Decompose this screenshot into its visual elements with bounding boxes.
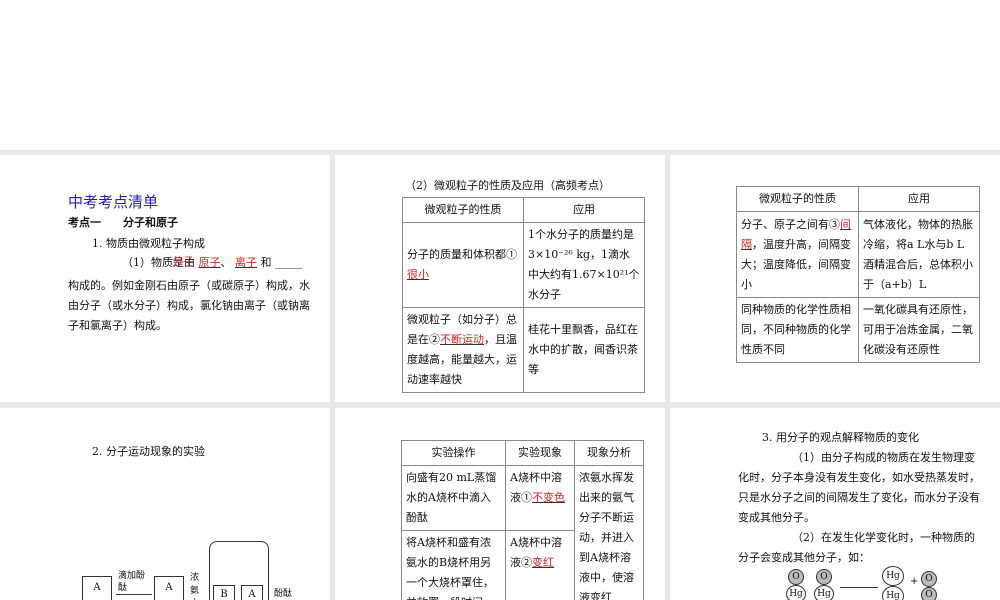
- answer-blank: 不变色: [532, 491, 565, 504]
- table-caption: （2）微观粒子的性质及应用（高频考点）: [405, 179, 610, 192]
- text: ，温度升高，间隔变大；温度降低，间隔变小: [741, 237, 851, 291]
- beaker-label: A: [93, 582, 101, 593]
- page-title: 中考考点清单: [68, 193, 159, 211]
- slide-6[interactable]: 3. 用分子的观点解释物质的变化 （1）由分子构成的物质在发生物理变化时，分子本…: [670, 408, 1000, 600]
- beaker-a: A: [241, 585, 263, 600]
- beaker-a: A: [154, 576, 184, 600]
- text: 和: [260, 256, 272, 269]
- table-cell: 分子、原子之间有③间隔，温度升高，间隔变大；温度降低，间隔变小: [736, 211, 859, 298]
- slide-2[interactable]: （2）微观粒子的性质及应用（高频考点） 微观粒子的性质 应用 分子的质量和体积都①…: [335, 155, 665, 402]
- beaker-label: A: [248, 589, 256, 600]
- text: 分子、原子之间有③: [741, 217, 840, 231]
- beaker-a: A: [82, 576, 112, 600]
- table-cell: A烧杯中溶液①不变色: [505, 465, 575, 531]
- oxygen-atom: O: [816, 569, 832, 585]
- section-heading: 2. 分子运动现象的实验: [92, 445, 205, 458]
- column-header: 实验操作: [401, 440, 506, 466]
- column-header: 应用: [523, 197, 645, 223]
- table-cell: 气体液化，物体的热胀冷缩，将a L水与b L酒精混合后，总体积小于（a+b）L: [858, 211, 980, 298]
- mercury-atom: Hg: [882, 566, 904, 586]
- table-cell: 一氧化碳具有还原性，可用于冶炼金属，二氧化碳没有还原性: [858, 297, 980, 363]
- mercury-atom: Hg: [882, 586, 904, 600]
- beaker-label: A: [165, 582, 173, 593]
- ammonia-label: 浓氨水: [190, 573, 200, 600]
- column-header: 现象分析: [574, 440, 644, 466]
- section-heading: 3. 用分子的观点解释物质的变化: [762, 431, 919, 444]
- text: 、: [220, 256, 232, 269]
- answer-blank: 离子: [235, 256, 257, 269]
- oxygen-atom: O: [788, 569, 804, 585]
- experiment-table: 实验操作 实验现象 现象分析 向盛有20 mL蒸馏水的A烧杯中滴入酚酞 A烧杯中溶液①…: [401, 440, 644, 600]
- slide-3[interactable]: 微观粒子的性质 应用 分子、原子之间有③间隔，温度升高，间隔变大；温度降低，间隔变…: [670, 155, 1000, 402]
- subheading: 1. 物质由微观粒子构成: [92, 237, 205, 250]
- column-header: 微观粒子的性质: [736, 186, 859, 212]
- table-cell: A烧杯中溶液②变红: [505, 530, 575, 600]
- section-heading: 考点一 分子和原子: [68, 216, 178, 229]
- phenol-label: 酚酞: [274, 589, 293, 599]
- paragraph: （2）在发生化学变化时，一种物质的分子会变成其他分子，如：: [738, 531, 975, 564]
- slide-1[interactable]: 中考考点清单 考点一 分子和原子 1. 物质由微观粒子构成 （1）物质是由 原子…: [0, 155, 330, 402]
- table-cell: 分子的质量和体积都① 很小: [402, 222, 524, 308]
- plus-sign: +: [910, 576, 919, 587]
- drop-label: 滴加酚酞: [118, 571, 146, 593]
- arrow-icon: [116, 594, 152, 595]
- table-cell: 同种物质的化学性质相同，不同种物质的化学性质不同: [736, 297, 859, 363]
- properties-table: 微观粒子的性质 应用 分子、原子之间有③间隔，温度升高，间隔变大；温度降低，间隔变…: [736, 186, 980, 363]
- column-header: 实验现象: [505, 440, 575, 466]
- beaker-label: B: [220, 589, 228, 600]
- table-cell: 向盛有20 mL蒸馏水的A烧杯中滴入酚酞: [401, 465, 506, 531]
- properties-table: 微观粒子的性质 应用 分子的质量和体积都① 很小 1个水分子的质量约是3×10⁻²⁶ …: [402, 197, 645, 393]
- paragraph: （1）由分子构成的物质在发生物理变化时，分子本身没有发生变化，如水受热蒸发时，只…: [738, 451, 980, 524]
- oxygen-atom: O: [921, 587, 937, 600]
- text: 分子的质量和体积都①: [407, 248, 517, 261]
- column-header: 微观粒子的性质: [402, 197, 524, 223]
- table-cell: 微观粒子（如分子）总是在②不断运动，且温度越高，能量越大，运动速率越快: [402, 307, 524, 393]
- answer-blank: 很小: [407, 268, 429, 281]
- table-cell: 1个水分子的质量约是3×10⁻²⁶ kg，1滴水中大约有1.67×10²¹个水分…: [523, 222, 645, 308]
- arrow-icon: [840, 587, 878, 588]
- table-cell: 将A烧杯和盛有浓氨水的B烧杯用另一个大烧杯罩住，并放置一段时间: [401, 530, 506, 600]
- text: 构成的。例如金刚石由原子（或碳原子）构成，水由分子（或水分子）构成，氯化钠由离子…: [68, 279, 310, 332]
- slide-4[interactable]: 2. 分子运动现象的实验 A 滴加酚酞 A 浓氨水 B A 酚酞: [0, 408, 330, 600]
- slide-5[interactable]: 实验操作 实验现象 现象分析 向盛有20 mL蒸馏水的A烧杯中滴入酚酞 A烧杯中溶液①…: [335, 408, 665, 600]
- table-cell: 浓氨水挥发出来的氨气分子不断运动，并进入到A烧杯溶液中，使溶液变红: [574, 465, 644, 600]
- table-cell: 桂花十里飘香，品红在水中的扩散，闻香识茶等: [523, 307, 645, 393]
- answer-blank: 原子: [198, 256, 221, 269]
- column-header: 应用: [858, 186, 980, 212]
- answer-blank: 不断运动: [440, 333, 484, 346]
- answer-blank: 变红: [532, 556, 554, 569]
- oxygen-atom: O: [921, 571, 937, 587]
- mercury-atom: Hg: [814, 585, 834, 600]
- beaker-b: B: [213, 585, 235, 600]
- overlapping-answer: 分子: [172, 255, 194, 268]
- mercury-atom: Hg: [786, 585, 806, 600]
